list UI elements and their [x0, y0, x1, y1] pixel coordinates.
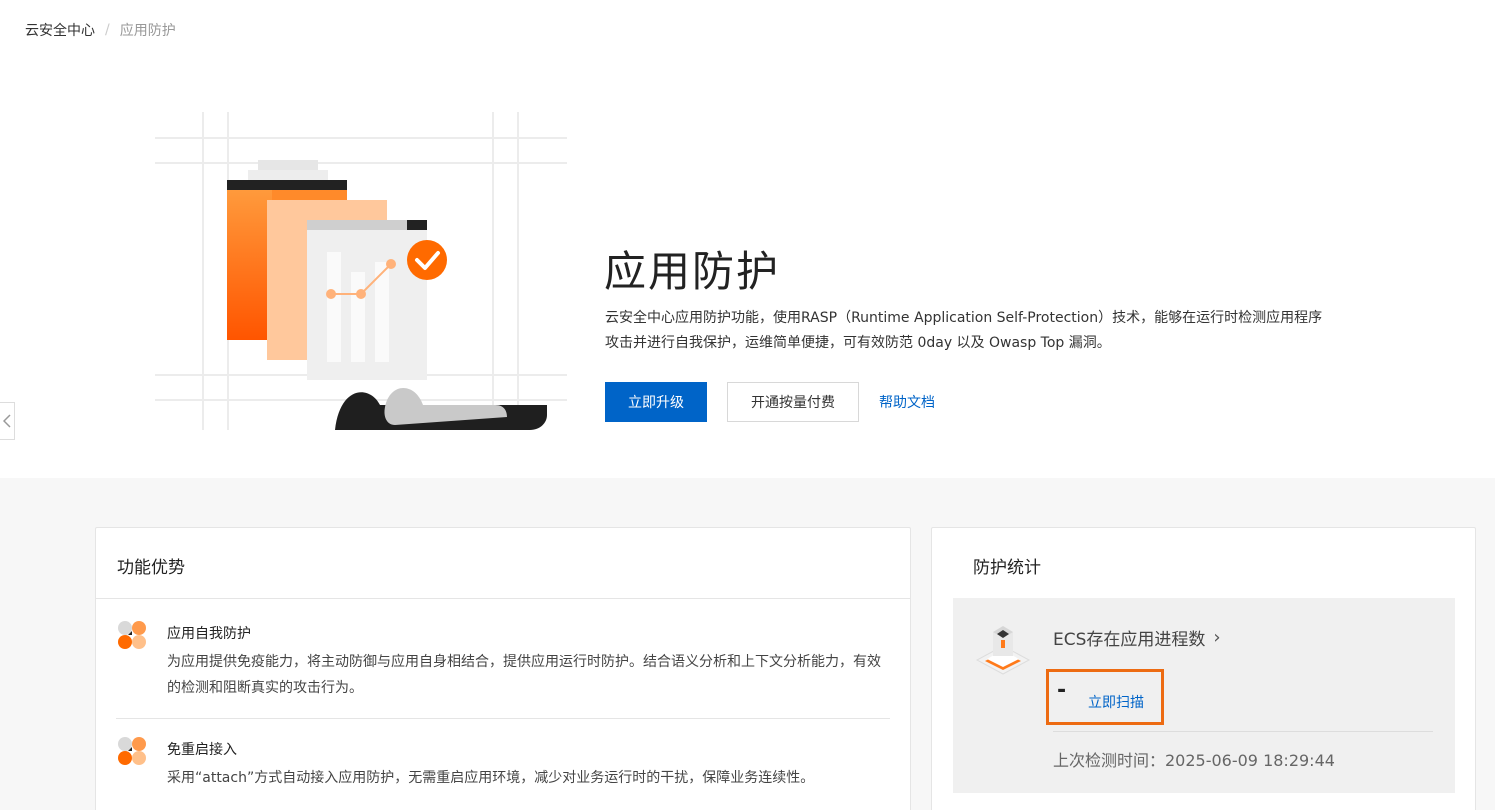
- last-check-time: 上次检测时间：2025-06-09 18:29:44: [1053, 751, 1335, 770]
- stats-value-highlight: - 立即扫描: [1046, 669, 1164, 725]
- chevron-right-icon: ›: [1213, 627, 1221, 648]
- scan-now-link[interactable]: 立即扫描: [1088, 692, 1144, 712]
- hero-section: 应用防护 云安全中心应用防护功能，使用RASP（Runtime Applicat…: [0, 58, 1495, 478]
- feature-self-protection-icon: [118, 621, 146, 649]
- ecs-process-count-link[interactable]: ECS存在应用进程数 ›: [1053, 625, 1221, 650]
- feature-divider: [116, 718, 890, 719]
- stats-divider: [1053, 731, 1433, 732]
- breadcrumb: 云安全中心 / 应用防护: [25, 20, 176, 40]
- protection-stats-card: 防护统计 ECS存在应用进程数 › - 立即扫描 上次检测时间：2025-06-…: [931, 527, 1476, 810]
- pay-as-you-go-button[interactable]: 开通按量付费: [727, 382, 859, 422]
- stats-value: -: [1057, 678, 1067, 703]
- stats-label-text: ECS存在应用进程数: [1053, 630, 1206, 650]
- page-description: 云安全中心应用防护功能，使用RASP（Runtime Application S…: [605, 310, 1323, 351]
- breadcrumb-separator: /: [105, 22, 110, 38]
- lower-section: 功能优势 应用自我防护 为应用提供免疫能力，将主动防御与应用自身相结合，提供应用…: [0, 478, 1495, 810]
- breadcrumb-current: 应用防护: [119, 23, 176, 39]
- breadcrumb-home-link[interactable]: 云安全中心: [25, 20, 95, 40]
- stats-card-title: 防护统计: [973, 558, 1041, 578]
- features-card-divider: [96, 598, 910, 599]
- chevron-left-icon: [3, 414, 11, 428]
- help-docs-link[interactable]: 帮助文档: [879, 392, 935, 412]
- features-card-title: 功能优势: [117, 558, 185, 578]
- feature-description: 为应用提供免疫能力，将主动防御与应用自身相结合，提供应用运行时防护。结合语义分析…: [167, 654, 881, 696]
- sidebar-toggle-button[interactable]: [0, 402, 15, 440]
- feature-no-restart-icon: [118, 737, 146, 765]
- feature-description: 采用“attach”方式自动接入应用防护，无需重启应用环境，减少对业务运行时的干…: [167, 770, 815, 786]
- features-card: 功能优势 应用自我防护 为应用提供免疫能力，将主动防御与应用自身相结合，提供应用…: [95, 527, 911, 810]
- feature-title: 免重启接入: [167, 742, 237, 758]
- hero-actions: 立即升级 开通按量付费 帮助文档: [605, 382, 935, 422]
- upgrade-button[interactable]: 立即升级: [605, 382, 707, 422]
- feature-title: 应用自我防护: [167, 626, 251, 642]
- page-title: 应用防护: [604, 247, 781, 296]
- ecs-server-icon: [975, 626, 1031, 675]
- feature-item: 免重启接入 采用“attach”方式自动接入应用防护，无需重启应用环境，减少对业…: [116, 735, 890, 810]
- stats-panel: ECS存在应用进程数 › - 立即扫描 上次检测时间：2025-06-09 18…: [953, 598, 1455, 793]
- feature-item: 应用自我防护 为应用提供免疫能力，将主动防御与应用自身相结合，提供应用运行时防护…: [116, 619, 890, 719]
- app-protection-illustration: [155, 112, 567, 430]
